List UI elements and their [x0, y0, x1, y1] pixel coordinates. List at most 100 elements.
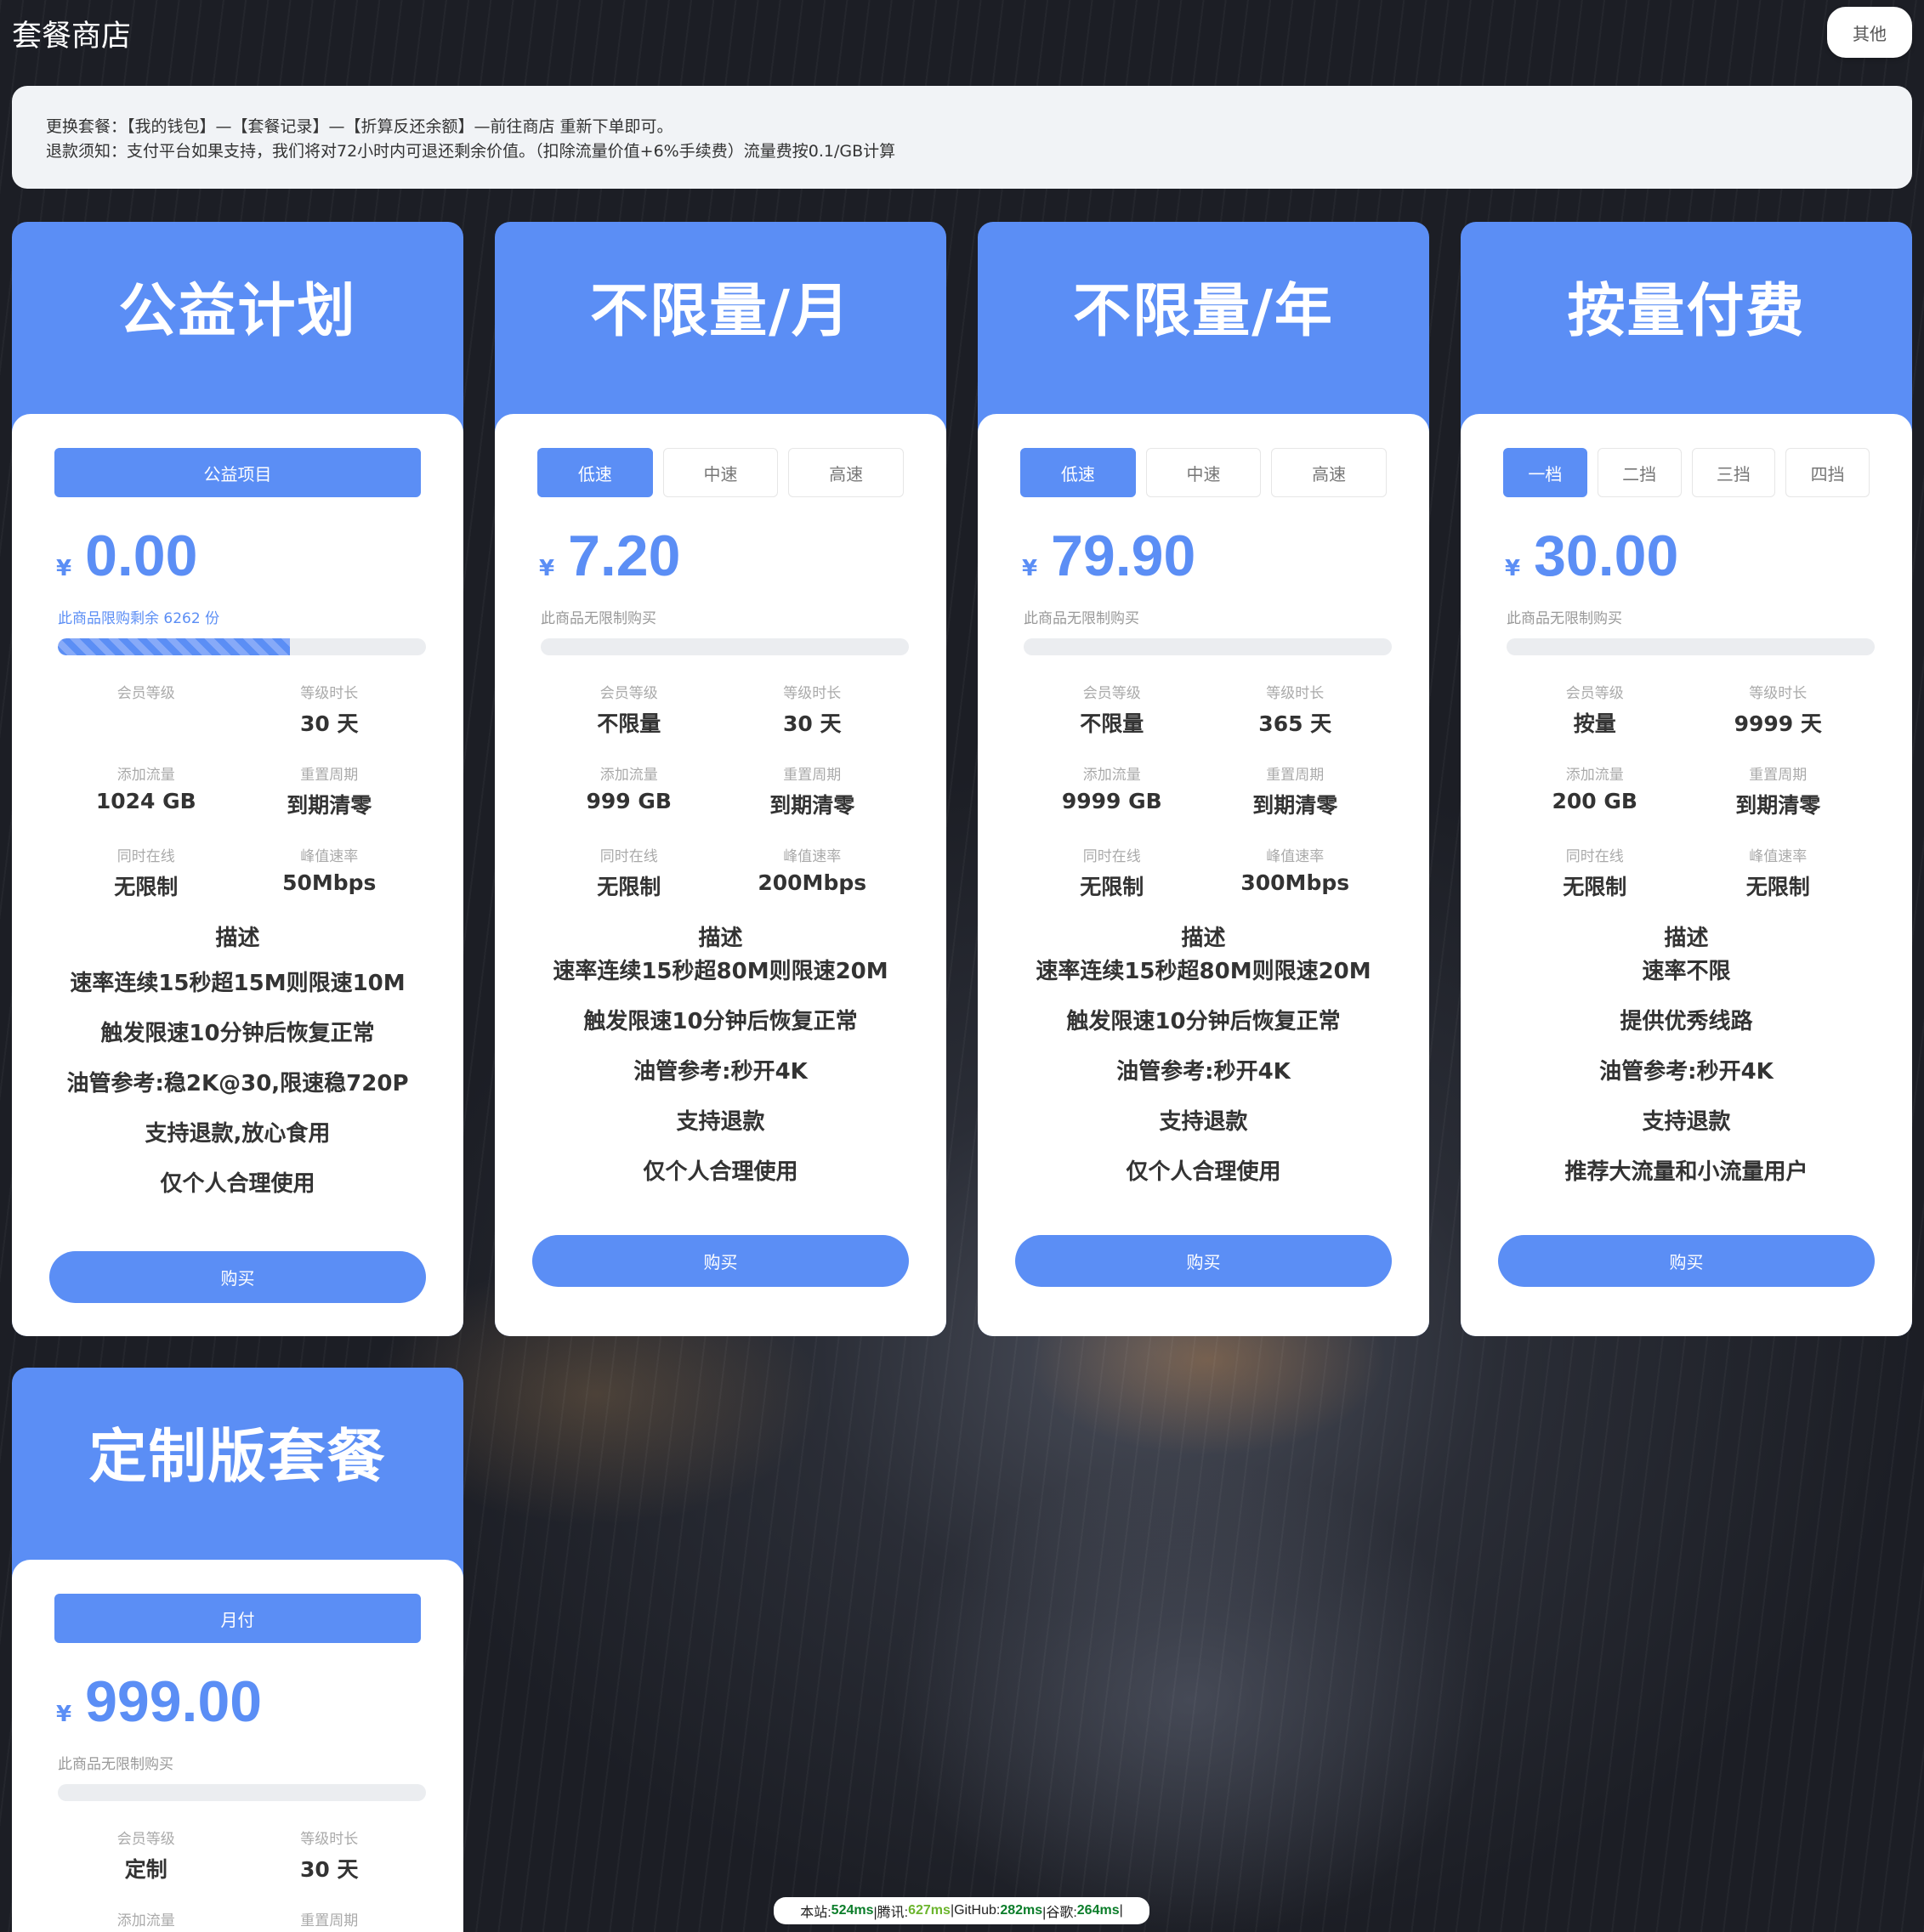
stock-progress-bar	[1024, 638, 1392, 655]
latency-site-value: 524ms	[831, 1903, 874, 1918]
buy-button[interactable]: 购买	[1498, 1235, 1875, 1287]
plan-price: ¥ 999.00	[56, 1669, 262, 1735]
description-line: 油管参考:秒开4K	[633, 1059, 808, 1085]
notice-line-plan-change: 更换套餐：【我的钱包】—【套餐记录】—【折算反还余额】—前往商店 重新下单即可。	[46, 117, 673, 136]
currency-symbol: ¥	[1022, 556, 1038, 581]
plan-title: 按量付费	[1567, 277, 1806, 345]
tab-tier-2[interactable]: 二挡	[1597, 448, 1682, 497]
stock-progress-bar	[58, 1784, 426, 1801]
description-line: 速率不限	[1642, 959, 1731, 984]
description-heading: 描述	[1181, 926, 1226, 951]
description-list: 速率连续15秒超15M则限速10M 触发限速10分钟后恢复正常 油管参考:稳2K…	[12, 966, 463, 1217]
description-list: 速率连续15秒超80M则限速20M 触发限速10分钟后恢复正常 油管参考:秒开4…	[978, 955, 1429, 1205]
plan-stats: 会员等级 不限量 等级时长 30 天 添加流量 999 GB 重置周期 到期清零 同时在…	[537, 681, 904, 904]
tab-charity-project[interactable]: 公益项目	[54, 448, 421, 497]
stat-duration: 等级时长 30 天	[300, 685, 359, 736]
page-title: 套餐商店	[12, 20, 132, 54]
other-button[interactable]: 其他	[1827, 7, 1912, 58]
description-line: 支持退款	[1642, 1109, 1731, 1135]
currency-symbol: ¥	[56, 556, 72, 581]
stat-traffic: 添加流量 9999 GB	[1061, 767, 1162, 813]
description-line: 速率连续15秒超80M则限速20M	[553, 959, 888, 984]
description-line: 支持退款,放心食用	[145, 1121, 331, 1147]
stat-reset: 重置周期	[300, 1912, 359, 1929]
latency-tencent-label: |腾讯:	[873, 1906, 909, 1920]
description-line: 仅个人合理使用	[643, 1159, 798, 1185]
description-line: 触发限速10分钟后恢复正常	[583, 1009, 858, 1034]
stat-online: 同时在线 无限制	[1563, 848, 1627, 899]
stat-level: 会员等级 不限量	[1080, 685, 1144, 736]
stat-level: 会员等级 按量	[1565, 685, 1624, 736]
stat-level: 会员等级 定制	[116, 1831, 175, 1882]
purchase-limit-text: 此商品无限制购买	[58, 1756, 173, 1773]
tab-low-speed[interactable]: 低速	[1020, 448, 1136, 497]
stat-traffic: 添加流量 1024 GB	[95, 767, 196, 813]
plan-body: 月付 ¥ 999.00 此商品无限制购买 会员等级 定制 等级时长 30 天 添加流…	[12, 1560, 463, 1932]
buy-button[interactable]: 购买	[532, 1235, 909, 1287]
buy-button[interactable]: 购买	[49, 1251, 426, 1303]
stat-reset: 重置周期 到期清零	[769, 767, 855, 818]
purchase-limit-text: 此商品无限制购买	[1507, 610, 1622, 627]
plan-price: ¥ 7.20	[539, 523, 680, 589]
plan-title: 定制版套餐	[88, 1423, 387, 1491]
plan-body: 公益项目 ¥ 0.00 此商品限购剩余 6262 份 会员等级 等级时长 30 天…	[12, 414, 463, 1336]
currency-symbol: ¥	[1505, 556, 1521, 581]
description-heading: 描述	[698, 926, 743, 951]
purchase-limit-text: 此商品无限制购买	[1024, 610, 1139, 627]
stat-speed: 峰值速率 300Mbps	[1240, 848, 1350, 895]
plan-title: 不限量/月	[590, 277, 851, 345]
buy-button[interactable]: 购买	[1015, 1235, 1392, 1287]
plan-stats: 会员等级 定制 等级时长 30 天 添加流量 重置周期	[54, 1827, 421, 1932]
latency-status-bar: 本站: 524ms |腾讯: 627ms |GitHub: 282ms |谷歌:…	[774, 1897, 1149, 1924]
stat-speed: 峰值速率 50Mbps	[282, 848, 377, 895]
plan-tabs: 一档 二挡 三挡 四挡	[1503, 448, 1870, 497]
description-line: 提供优秀线路	[1620, 1009, 1753, 1034]
stat-traffic: 添加流量 200 GB	[1552, 767, 1637, 813]
plan-tabs: 月付	[54, 1594, 421, 1643]
description-line: 油管参考:秒开4K	[1116, 1059, 1291, 1085]
stat-online: 同时在线 无限制	[1080, 848, 1144, 899]
description-line: 支持退款	[676, 1109, 765, 1135]
stock-progress-bar	[1507, 638, 1875, 655]
price-value: 999.00	[85, 1669, 263, 1734]
plan-card-unlimited-month: 不限量/月 低速 中速 高速 ¥ 7.20 此商品无限制购买 会员等级 不限量 等…	[495, 222, 946, 1336]
description-line: 支持退款	[1159, 1109, 1248, 1135]
latency-github-label: |GitHub:	[950, 1903, 1001, 1918]
stock-progress-bar	[58, 638, 426, 655]
plan-tabs: 低速 中速 高速	[1020, 448, 1388, 497]
plan-card-custom: 定制版套餐 月付 ¥ 999.00 此商品无限制购买 会员等级 定制 等级时长 30…	[12, 1368, 463, 1932]
tab-tier-3[interactable]: 三挡	[1691, 448, 1776, 497]
price-value: 30.00	[1534, 524, 1679, 588]
stat-speed: 峰值速率 200Mbps	[758, 848, 867, 895]
tab-high-speed[interactable]: 高速	[788, 448, 905, 497]
description-line: 触发限速10分钟后恢复正常	[100, 1021, 375, 1046]
description-line: 速率连续15秒超80M则限速20M	[1036, 959, 1371, 984]
price-value: 7.20	[568, 524, 681, 588]
tab-tier-1[interactable]: 一档	[1503, 448, 1587, 497]
stat-level: 会员等级	[116, 685, 175, 702]
stat-online: 同时在线 无限制	[114, 848, 179, 899]
stat-online: 同时在线 无限制	[597, 848, 661, 899]
stat-level: 会员等级 不限量	[597, 685, 661, 736]
latency-google-label: |谷歌:	[1042, 1906, 1077, 1920]
tab-mid-speed[interactable]: 中速	[1145, 448, 1262, 497]
description-line: 油管参考:秒开4K	[1599, 1059, 1774, 1085]
plan-title: 公益计划	[118, 277, 357, 345]
stat-duration: 等级时长 9999 天	[1734, 685, 1822, 736]
plan-card-charity: 公益计划 公益项目 ¥ 0.00 此商品限购剩余 6262 份 会员等级 等级时…	[12, 222, 463, 1336]
currency-symbol: ¥	[539, 556, 555, 581]
stat-duration: 等级时长 30 天	[783, 685, 842, 736]
plan-title: 不限量/年	[1073, 277, 1334, 345]
tab-mid-speed[interactable]: 中速	[662, 448, 779, 497]
plan-body: 低速 中速 高速 ¥ 7.20 此商品无限制购买 会员等级 不限量 等级时长 30 …	[495, 414, 946, 1336]
tab-high-speed[interactable]: 高速	[1271, 448, 1388, 497]
plan-price: ¥ 79.90	[1022, 523, 1195, 589]
tab-tier-4[interactable]: 四挡	[1785, 448, 1870, 497]
plan-tabs: 低速 中速 高速	[537, 448, 905, 497]
tab-monthly[interactable]: 月付	[54, 1594, 421, 1643]
tab-low-speed[interactable]: 低速	[537, 448, 653, 497]
stock-progress-bar	[541, 638, 909, 655]
plan-price: ¥ 30.00	[1505, 523, 1678, 589]
description-line: 推荐大流量和小流量用户	[1564, 1159, 1808, 1185]
currency-symbol: ¥	[56, 1702, 72, 1727]
